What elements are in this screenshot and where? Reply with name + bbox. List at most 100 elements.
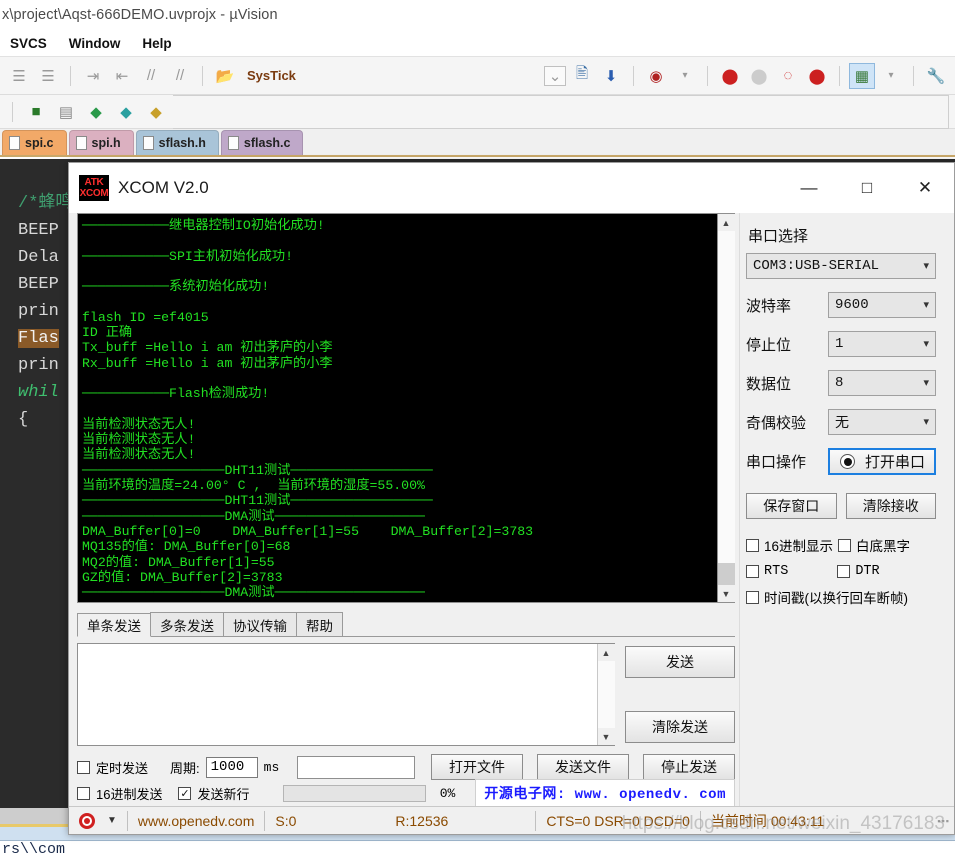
scroll-down-icon[interactable]: ▼	[597, 728, 615, 745]
scroll-thumb[interactable]	[717, 563, 735, 585]
chevron-down-icon[interactable]: ▼	[107, 815, 117, 826]
editor-tab-spi-h[interactable]: spi.h	[68, 130, 134, 155]
bookmark-prev-icon[interactable]: ☰	[6, 63, 32, 89]
uncomment-icon[interactable]: //	[167, 63, 193, 89]
breakpoint-kill-icon[interactable]: ⬤	[804, 63, 830, 89]
status-site[interactable]: www.openedv.com	[128, 807, 264, 834]
port-select-value: COM3:USB-SERIAL	[753, 258, 880, 274]
bookmark-next-icon[interactable]: ☰	[35, 63, 61, 89]
send-scrollbar[interactable]: ▲ ▼	[597, 644, 615, 745]
project-manage-icon[interactable]: ◆	[143, 99, 169, 125]
keil-toolbar[interactable]: ☰ ☰ ⇥ ⇤ // // 📂 SysTick ⌄ 🖹 ⬇ ◉ ▾ ⬤ ⬤ ◌ …	[0, 57, 955, 95]
dtr-checkbox[interactable]	[837, 564, 851, 578]
keil-toolbar-secondary[interactable]: ■ ▤ ◆ ◆ ◆	[0, 94, 955, 129]
xcom-window[interactable]: ATK XCOM XCOM V2.0 — □ ✕ ───────────继电器控…	[68, 162, 955, 835]
target-selector-label[interactable]: SysTick	[247, 68, 296, 83]
editor-tab-sflash-c[interactable]: sflash.c	[220, 130, 304, 155]
breakpoint-disabled-icon[interactable]: ⬤	[746, 63, 772, 89]
chevron-down-icon[interactable]: ⌄	[544, 65, 566, 86]
openedv-banner[interactable]: 开源电子网: www. openedv. com	[475, 779, 735, 807]
scroll-down-icon[interactable]: ▼	[717, 585, 735, 602]
timestamp-row: 时间戳(以换行回车断帧)	[746, 584, 936, 610]
timed-send-checkbox[interactable]	[77, 760, 90, 774]
open-folder-icon[interactable]: 📂	[212, 63, 238, 89]
toolbar-separator	[707, 65, 708, 86]
scroll-track[interactable]	[717, 231, 735, 585]
tab-protocol-transfer[interactable]: 协议传输	[223, 612, 297, 636]
build-icon[interactable]: ■	[23, 99, 49, 125]
breakpoint-all-icon[interactable]: ◌	[775, 63, 801, 89]
editor-tab-spi-c[interactable]: spi.c	[2, 130, 67, 155]
scroll-up-icon[interactable]: ▲	[717, 214, 735, 231]
receive-scrollbar[interactable]: ▲ ▼	[717, 214, 735, 602]
send-input-text[interactable]	[78, 644, 597, 745]
send-button[interactable]: 发送	[625, 646, 735, 678]
rebuild-icon[interactable]: ▤	[53, 99, 79, 125]
open-port-button[interactable]: 打开串口	[828, 448, 936, 475]
chevron-down-icon[interactable]: ▾	[923, 415, 929, 429]
batch-build-icon[interactable]: ◆	[83, 99, 109, 125]
editor-tab-sflash-h[interactable]: sflash.h	[135, 130, 219, 155]
chevron-down-icon[interactable]: ▾	[923, 337, 929, 351]
toolbar-separator	[202, 65, 203, 86]
port-select[interactable]: COM3:USB-SERIAL ▾	[746, 253, 936, 279]
tab-single-send[interactable]: 单条发送	[77, 613, 151, 637]
save-window-button[interactable]: 保存窗口	[746, 493, 837, 519]
parity-select[interactable]: 无 ▾	[828, 409, 936, 435]
debug-icon[interactable]: ◉	[643, 63, 669, 89]
timestamp-checkbox[interactable]	[746, 590, 759, 604]
rts-checkbox[interactable]	[746, 564, 759, 578]
send-input[interactable]: ▲ ▼	[77, 643, 615, 746]
file-path-input[interactable]	[297, 755, 415, 779]
breakpoint-icon[interactable]: ⬤	[717, 63, 743, 89]
menu-item-svcs[interactable]: SVCS	[10, 36, 47, 51]
receive-area[interactable]: ───────────继电器控制IO初始化成功! ───────────SPI主…	[77, 213, 735, 603]
resize-grip-icon[interactable]: ▪▪▪	[937, 816, 950, 826]
code-line: {	[18, 410, 29, 429]
close-icon[interactable]: ✕	[896, 163, 954, 213]
chevron-down-icon[interactable]: ▾	[878, 63, 904, 89]
translate-icon[interactable]: ◆	[113, 99, 139, 125]
scroll-track[interactable]	[597, 661, 615, 728]
xcom-title-bar[interactable]: ATK XCOM XCOM V2.0 — □ ✕	[69, 163, 954, 213]
tab-help[interactable]: 帮助	[296, 612, 343, 636]
keil-editor-tabs[interactable]: spi.c spi.h sflash.h sflash.c	[0, 129, 955, 157]
menu-item-window[interactable]: Window	[69, 36, 121, 51]
menu-item-help[interactable]: Help	[142, 36, 171, 51]
tab-multi-send[interactable]: 多条发送	[150, 612, 224, 636]
open-file-button[interactable]: 打开文件	[431, 754, 523, 780]
configure-icon[interactable]: 🔧	[923, 63, 949, 89]
send-mode-tabs[interactable]: 单条发送 多条发送 协议传输 帮助	[77, 612, 735, 637]
chevron-down-icon[interactable]: ▾	[923, 298, 929, 312]
stop-send-button[interactable]: 停止发送	[643, 754, 735, 780]
period-input[interactable]: 1000	[205, 756, 258, 778]
keil-menu-bar[interactable]: SVCS Window Help	[0, 30, 955, 57]
stopbits-select[interactable]: 1 ▾	[828, 331, 936, 357]
comment-icon[interactable]: //	[138, 63, 164, 89]
chevron-down-icon[interactable]: ▾	[672, 63, 698, 89]
target-options-icon[interactable]: 🖹	[569, 63, 595, 89]
maximize-icon[interactable]: □	[838, 163, 896, 213]
outdent-icon[interactable]: ⇤	[109, 63, 135, 89]
connection-led[interactable]: ▼	[69, 807, 127, 834]
minimize-icon[interactable]: —	[780, 163, 838, 213]
send-area: ▲ ▼ 发送 清除发送	[77, 643, 735, 746]
baud-select[interactable]: 9600 ▾	[828, 292, 936, 318]
xcom-title-text: XCOM V2.0	[118, 178, 209, 197]
scroll-up-icon[interactable]: ▲	[597, 644, 615, 661]
chevron-down-icon[interactable]: ▾	[923, 259, 929, 273]
databits-select[interactable]: 8 ▾	[828, 370, 936, 396]
clear-receive-button[interactable]: 清除接收	[845, 493, 936, 519]
send-file-button[interactable]: 发送文件	[537, 754, 629, 780]
hex-display-checkbox[interactable]	[746, 538, 759, 552]
download-icon[interactable]: ⬇	[598, 63, 624, 89]
newline-checkbox[interactable]: ✓	[178, 786, 192, 800]
hex-send-checkbox[interactable]	[77, 786, 90, 800]
window-controls[interactable]: — □ ✕	[780, 163, 954, 213]
keil-output-text: rs\\com	[2, 841, 66, 858]
indent-icon[interactable]: ⇥	[80, 63, 106, 89]
white-bg-checkbox[interactable]	[838, 538, 852, 552]
window-layout-icon[interactable]: ▦	[849, 62, 875, 89]
chevron-down-icon[interactable]: ▾	[923, 376, 929, 390]
clear-send-button[interactable]: 清除发送	[625, 711, 735, 743]
